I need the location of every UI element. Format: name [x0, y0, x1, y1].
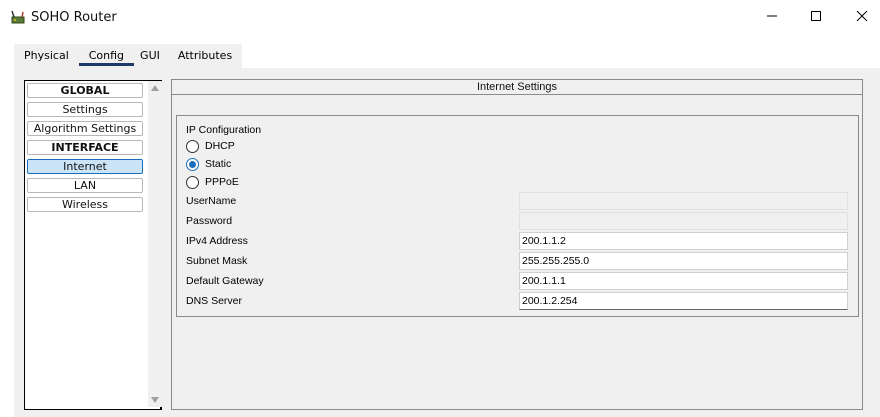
tab-gui[interactable]: GUI — [134, 44, 168, 68]
config-panel: GLOBAL Settings Algorithm Settings INTER… — [14, 68, 880, 417]
nav-item-algorithm-settings[interactable]: Algorithm Settings — [27, 121, 143, 136]
nav-list: GLOBAL Settings Algorithm Settings INTER… — [27, 83, 145, 216]
window-title: SOHO Router — [31, 10, 117, 25]
scroll-up-icon[interactable] — [151, 85, 159, 91]
pppoe-radio[interactable] — [186, 175, 199, 189]
ip-configuration-group: IP Configuration DHCP Static PPPoE UserN… — [176, 115, 859, 317]
default-gateway-field[interactable] — [519, 272, 848, 290]
default-gateway-label: Default Gateway — [186, 275, 264, 287]
password-label: Password — [186, 215, 233, 227]
nav-item-wireless[interactable]: Wireless — [27, 197, 143, 212]
maximize-button[interactable] — [806, 6, 826, 26]
nav-item-lan[interactable]: LAN — [27, 178, 143, 193]
router-icon — [10, 9, 26, 25]
title-bar: SOHO Router — [0, 0, 880, 34]
static-radio[interactable] — [186, 157, 199, 171]
dns-server-field[interactable] — [519, 292, 848, 310]
pppoe-option[interactable]: PPPoE — [186, 175, 239, 189]
password-field[interactable] — [519, 212, 848, 230]
static-option[interactable]: Static — [186, 157, 231, 171]
close-icon — [856, 10, 868, 22]
config-nav: GLOBAL Settings Algorithm Settings INTER… — [24, 80, 162, 410]
username-field[interactable] — [519, 192, 848, 210]
nav-header-global: GLOBAL — [27, 83, 143, 98]
ip-configuration-label: IP Configuration — [186, 124, 262, 136]
scroll-down-icon[interactable] — [151, 397, 159, 403]
dhcp-label: DHCP — [205, 140, 235, 152]
ipv4-address-label: IPv4 Address — [186, 235, 248, 247]
panel-title: Internet Settings — [172, 80, 862, 95]
pppoe-label: PPPoE — [205, 176, 239, 188]
tab-strip: Physical Config GUI Attributes — [14, 44, 243, 68]
subnet-mask-label: Subnet Mask — [186, 255, 248, 267]
static-label: Static — [205, 158, 232, 170]
tab-config[interactable]: Config — [78, 44, 135, 68]
subnet-mask-field[interactable] — [519, 252, 848, 270]
nav-item-settings[interactable]: Settings — [27, 102, 143, 117]
close-button[interactable] — [852, 6, 872, 26]
tabs-area: Physical Config GUI Attributes GLOBAL Se… — [0, 34, 880, 417]
tab-attributes[interactable]: Attributes — [168, 44, 242, 68]
username-label: UserName — [186, 195, 237, 207]
minimize-button[interactable] — [762, 6, 782, 26]
tab-physical[interactable]: Physical — [14, 44, 79, 68]
dhcp-radio[interactable] — [186, 139, 199, 153]
internet-settings-panel: Internet Settings IP Configuration DHCP … — [171, 79, 863, 410]
nav-item-internet[interactable]: Internet — [27, 159, 143, 174]
minimize-icon — [767, 15, 777, 17]
dhcp-option[interactable]: DHCP — [186, 139, 235, 153]
ipv4-address-field[interactable] — [519, 232, 848, 250]
nav-header-interface: INTERFACE — [27, 140, 143, 155]
maximize-icon — [811, 11, 821, 21]
dns-server-label: DNS Server — [186, 295, 243, 307]
nav-scrollbar[interactable] — [148, 81, 162, 407]
